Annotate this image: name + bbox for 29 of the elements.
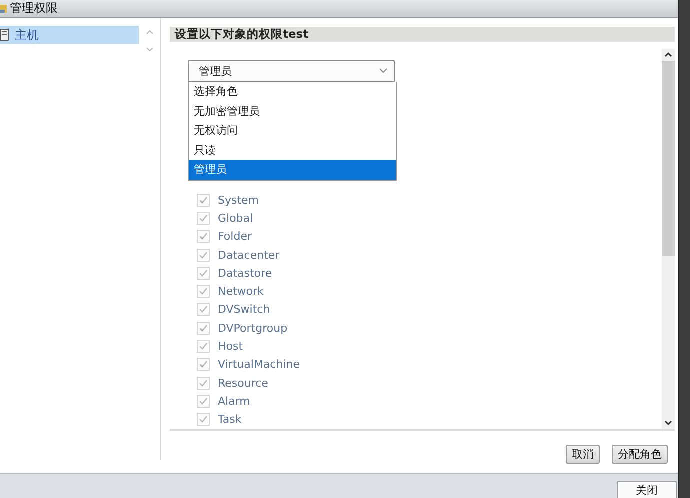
sidebar-item[interactable]: 主机 <box>0 26 139 44</box>
permission-label: DVSwitch <box>218 303 270 316</box>
permission-label: Task <box>218 413 242 426</box>
dropdown-option[interactable]: 无加密管理员 <box>189 102 396 121</box>
window-title: 管理权限 <box>10 0 58 17</box>
dropdown-option[interactable]: 无权访问 <box>189 121 396 140</box>
permission-label: Network <box>218 285 264 298</box>
server-icon <box>0 29 9 41</box>
close-button[interactable]: 关闭 <box>617 481 677 498</box>
dropdown-option[interactable]: 只读 <box>189 140 396 160</box>
permission-label: VirtualMachine <box>218 358 300 372</box>
chevron-down-icon <box>379 68 388 74</box>
permission-label: Folder <box>218 230 252 244</box>
permission-label: System <box>218 194 260 207</box>
cancel-button[interactable]: 取消 <box>566 444 600 464</box>
role-dropdown[interactable]: 管理员 <box>188 60 395 82</box>
permission-label: Resource <box>218 376 268 390</box>
assign-role-button[interactable]: 分配角色 <box>612 444 668 464</box>
folder-icon <box>0 3 7 14</box>
permission-label: Datacenter <box>218 248 280 262</box>
scrollbar-thumb[interactable] <box>662 61 675 256</box>
permission-label: DVPortgroup <box>218 322 288 335</box>
permission-label: Alarm <box>218 394 250 408</box>
permission-label: Datastore <box>218 266 272 280</box>
section-header: 设置以下对象的权限test <box>170 27 675 42</box>
permission-label: Host <box>218 340 244 354</box>
dropdown-option[interactable]: 管理员 <box>189 160 396 180</box>
dropdown-option[interactable]: 选择角色 <box>189 82 396 102</box>
permission-label: Global <box>218 212 254 225</box>
